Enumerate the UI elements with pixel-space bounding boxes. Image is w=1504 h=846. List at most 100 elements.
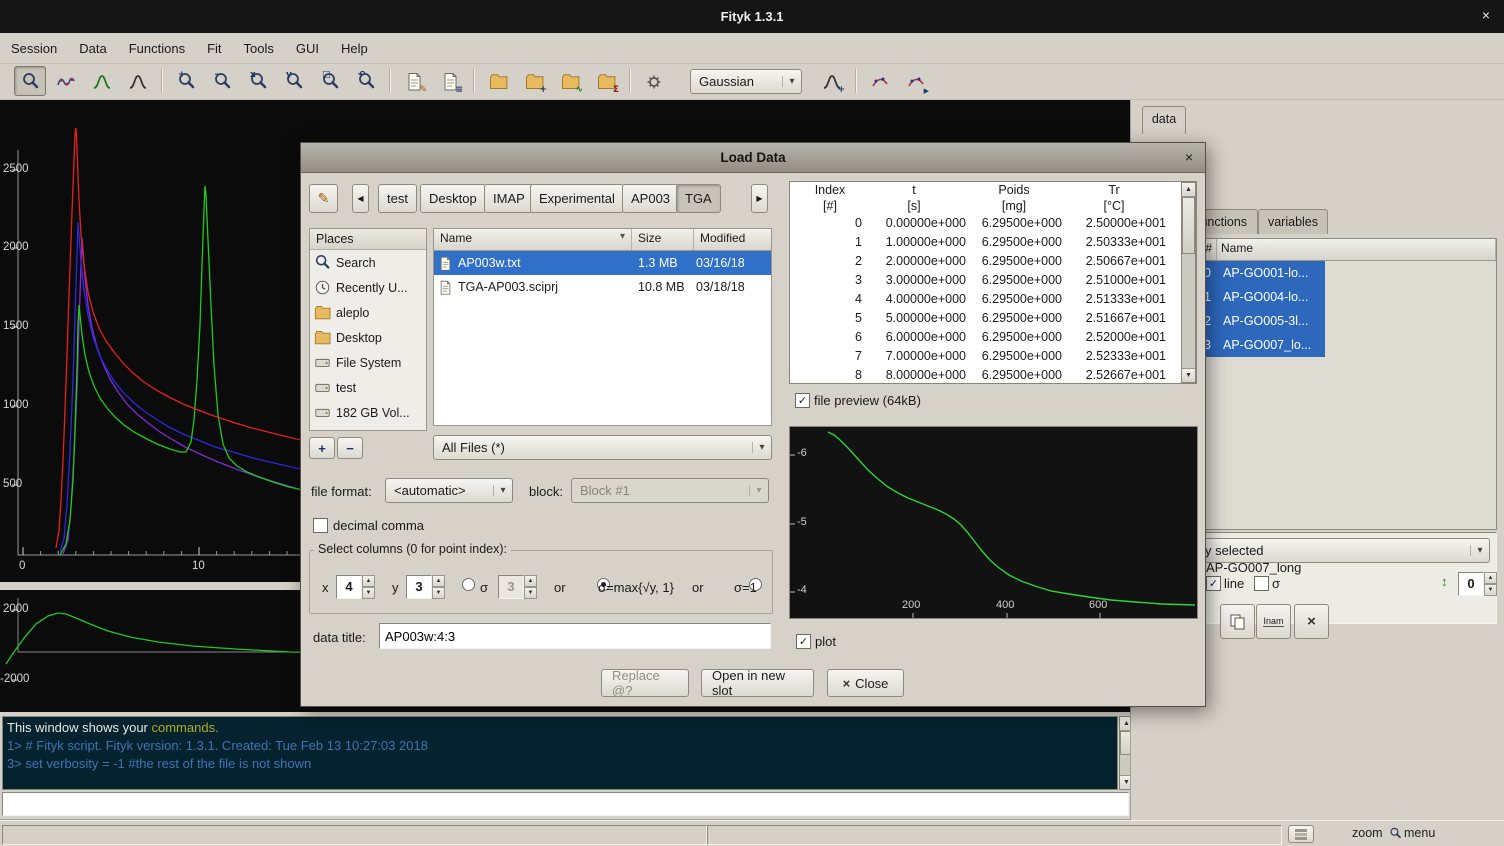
preview-table-scrollbar[interactable]: ▲ ▼ [1181, 182, 1196, 383]
spin-up-icon[interactable]: ▲ [362, 575, 375, 587]
file-type-filter-select[interactable]: All Files (*) ▾ [433, 435, 772, 460]
edit-data-mode-button[interactable] [50, 66, 82, 96]
add-peak-mode-button[interactable] [122, 66, 154, 96]
remove-bookmark-button[interactable]: − [337, 437, 363, 459]
spin-down-icon[interactable]: ▼ [362, 587, 375, 599]
y-axis-tick-label: 2000 [3, 241, 29, 253]
spin-down-icon[interactable]: ▼ [432, 587, 445, 599]
sigma-column-spinner[interactable]: 3 ▲▼ [498, 575, 537, 599]
menu-functions[interactable]: Functions [118, 34, 196, 63]
add-function-button[interactable]: + [816, 66, 848, 96]
add-bookmark-button[interactable]: + [309, 437, 335, 459]
file-row[interactable]: AP003w.txt 1.3 MB 03/16/18 [434, 251, 771, 275]
fit-run-button[interactable] [864, 66, 896, 96]
session-log-button[interactable]: ✎ [398, 66, 430, 96]
fit-continue-button[interactable]: ▶ [900, 66, 932, 96]
menu-session[interactable]: Session [0, 34, 68, 63]
breadcrumb-forward-button[interactable]: ▶ [751, 184, 768, 213]
window-close-icon[interactable]: × [1482, 7, 1490, 23]
breadcrumb-experimental[interactable]: Experimental [530, 184, 624, 213]
load-data-button[interactable]: ∿ [554, 66, 586, 96]
execute-script-button[interactable] [638, 66, 670, 96]
open-session-button[interactable] [482, 66, 514, 96]
breadcrumb-tga[interactable]: TGA [676, 184, 721, 213]
menu-tools[interactable]: Tools [233, 34, 285, 63]
y-column-spinner[interactable]: 3 ▲▼ [406, 575, 445, 599]
tab-variables[interactable]: variables [1258, 209, 1328, 234]
save-session-button[interactable]: + [518, 66, 550, 96]
data-table-button[interactable]: ≡ [434, 66, 466, 96]
spin-down-icon[interactable]: ▼ [524, 587, 537, 599]
zoom-out-button[interactable]: − [206, 66, 238, 96]
scroll-down-icon[interactable]: ▼ [1182, 368, 1195, 382]
breadcrumb-test[interactable]: test [378, 184, 417, 213]
zoom-all-button[interactable]: □ [314, 66, 346, 96]
dialog-close-icon[interactable]: × [1185, 149, 1193, 165]
zoom-in-button[interactable]: + [170, 66, 202, 96]
column-header-filename[interactable]: Name▾ [434, 229, 632, 250]
zoom-undo-button[interactable]: ↶ [350, 66, 382, 96]
point-size-spinner[interactable]: 0 ▲▼ [1458, 572, 1497, 596]
y-column-label: y [392, 580, 399, 595]
scroll-up-icon[interactable]: ▲ [1182, 183, 1195, 197]
file-preview-checkbox[interactable]: ✓ [795, 393, 810, 408]
place-file-system[interactable]: File System [310, 350, 426, 375]
breadcrumb-ap003[interactable]: AP003 [622, 184, 679, 213]
command-input[interactable] [2, 792, 1129, 816]
file-format-select[interactable]: <automatic> ▾ [385, 478, 513, 503]
plot-checkbox[interactable]: ✓ [796, 634, 811, 649]
close-button[interactable]: ×Close [827, 669, 904, 697]
menu-data[interactable]: Data [68, 34, 117, 63]
block-select[interactable]: Block #1 ▾ [571, 478, 769, 503]
x-column-spinner[interactable]: 4 ▲▼ [336, 575, 375, 599]
menu-gui[interactable]: GUI [285, 34, 330, 63]
zoom-x-button[interactable]: x [242, 66, 274, 96]
sigma-checkbox[interactable] [1254, 576, 1269, 591]
open-new-slot-button[interactable]: Open in new slot [701, 669, 814, 697]
scrollbar-thumb[interactable] [1182, 197, 1195, 254]
column-header-modified[interactable]: Modified [694, 229, 771, 250]
type-location-button[interactable]: ✎ [309, 184, 338, 213]
line-checkbox[interactable]: ✓ [1206, 576, 1221, 591]
rename-data-button[interactable]: Inam [1256, 604, 1291, 639]
peak-icon [129, 72, 148, 91]
file-row[interactable]: TGA-AP003.sciprj 10.8 MB 03/18/18 [434, 275, 771, 299]
replace-button[interactable]: Replace @? [601, 669, 689, 697]
place-home[interactable]: aleplo [310, 300, 426, 325]
place-test[interactable]: test [310, 375, 426, 400]
console-line: This window shows your commands. [7, 719, 1113, 737]
zoom-y-button[interactable]: y [278, 66, 310, 96]
place-desktop[interactable]: Desktop [310, 325, 426, 350]
export-data-button[interactable]: Σ [590, 66, 622, 96]
decimal-comma-checkbox[interactable] [313, 518, 328, 533]
breadcrumb-back-button[interactable]: ◀ [352, 184, 369, 213]
data-title-input[interactable] [379, 623, 771, 649]
breadcrumb-imap[interactable]: IMAP [484, 184, 534, 213]
minus-icon: − [214, 70, 222, 80]
spin-up-icon[interactable]: ▲ [432, 575, 445, 587]
plus-icon: + [539, 85, 547, 95]
spin-up-icon[interactable]: ▲ [524, 575, 537, 587]
spin-down-icon[interactable]: ▼ [1484, 584, 1497, 596]
function-type-select[interactable]: Gaussian ▾ [690, 69, 802, 94]
place-search[interactable]: Search [310, 250, 426, 275]
menu-help[interactable]: Help [330, 34, 379, 63]
dialog-titlebar[interactable]: Load Data × [301, 143, 1205, 173]
breadcrumb-desktop[interactable]: Desktop [420, 184, 486, 213]
preview-plot[interactable]: -6 -5 -4 200 400 600 [789, 426, 1198, 619]
tab-data[interactable]: data [1142, 106, 1186, 134]
clock-icon [314, 279, 331, 296]
spin-up-icon[interactable]: ▲ [1484, 572, 1497, 584]
background-mode-button[interactable] [86, 66, 118, 96]
toolbar-separator [629, 69, 631, 93]
copy-data-button[interactable] [1220, 604, 1255, 639]
sigma-column-radio[interactable] [462, 578, 475, 591]
column-header-name[interactable]: Name [1217, 239, 1496, 260]
menu-fit[interactable]: Fit [196, 34, 232, 63]
status-indicator-button[interactable] [1288, 825, 1314, 843]
place-volume[interactable]: 182 GB Vol... [310, 400, 426, 425]
place-recently-used[interactable]: Recently U... [310, 275, 426, 300]
delete-data-button[interactable]: × [1294, 604, 1329, 639]
zoom-mode-button[interactable] [14, 66, 46, 96]
column-header-size[interactable]: Size [632, 229, 694, 250]
